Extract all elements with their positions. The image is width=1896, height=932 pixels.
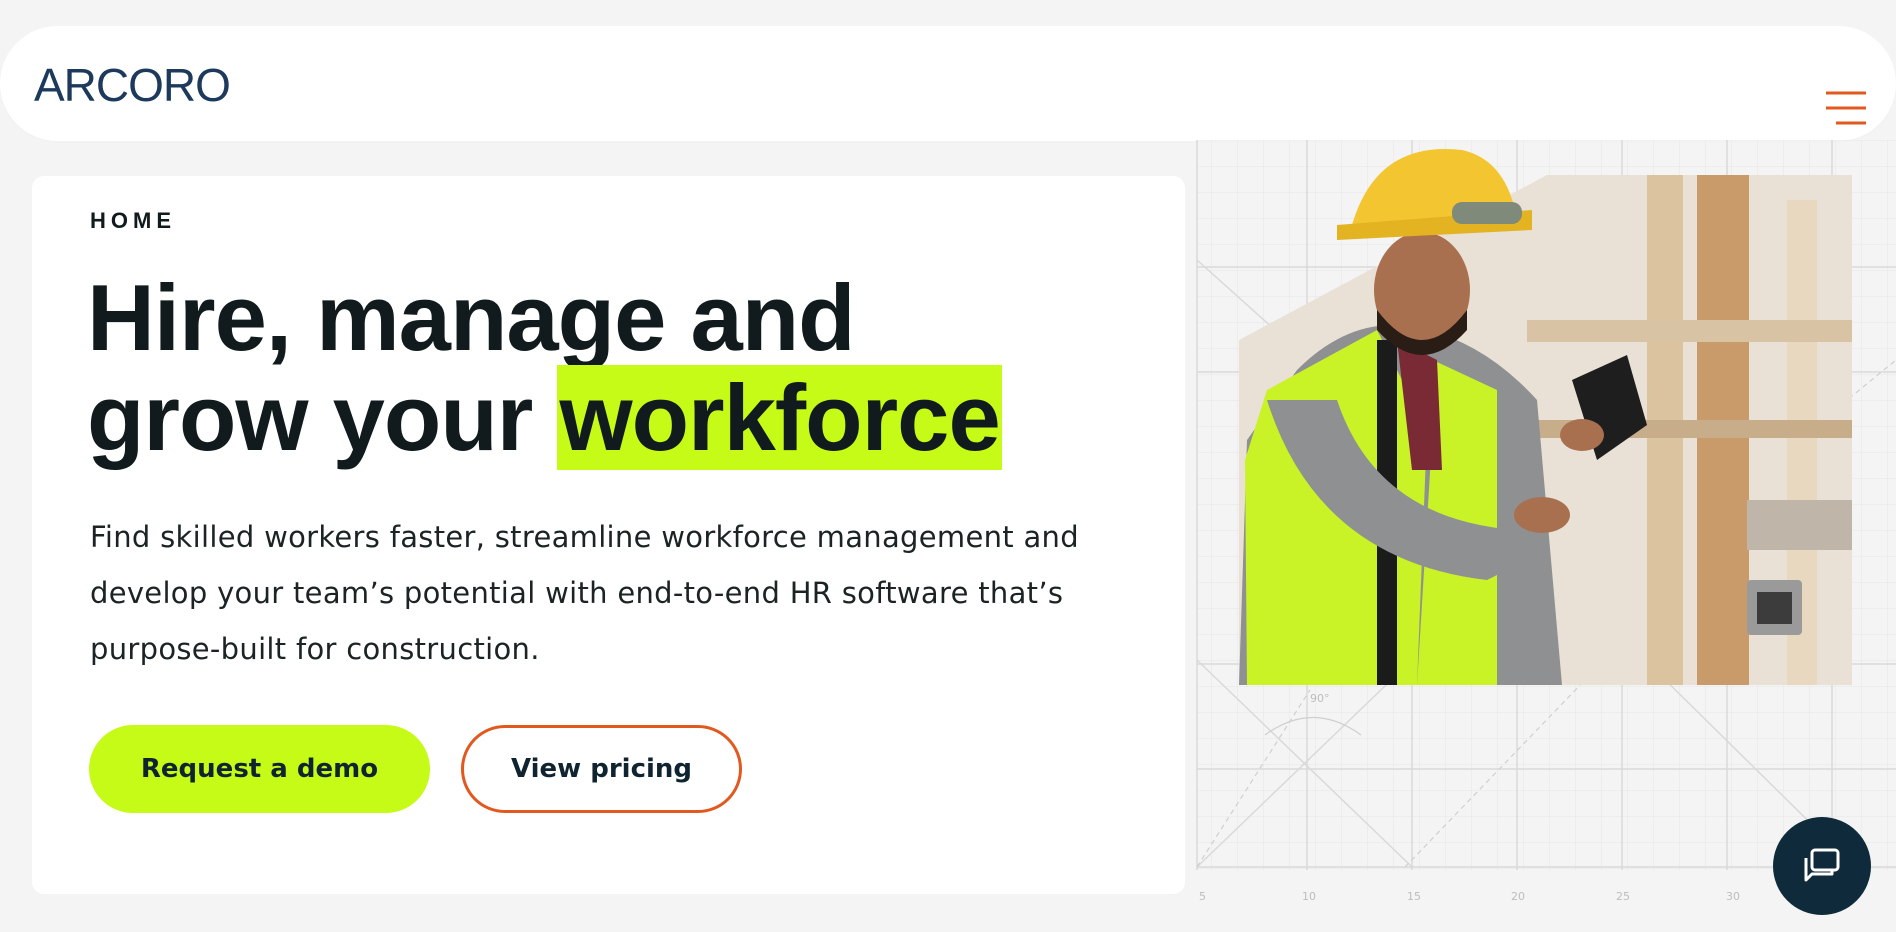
page: ARCORO HOME Hire, manage and grow your w…: [0, 0, 1896, 932]
view-pricing-button[interactable]: View pricing: [461, 725, 742, 813]
hero-card: HOME Hire, manage and grow your workforc…: [32, 176, 1185, 894]
ruler-label: 15: [1407, 890, 1421, 903]
headline-highlight: workforce: [557, 365, 1002, 470]
request-demo-button[interactable]: Request a demo: [89, 725, 430, 813]
breadcrumb-home[interactable]: HOME: [90, 208, 176, 234]
hero-photo: [1239, 148, 1852, 685]
hero-visual: 90° 0 5 10 15 20 25 30: [1185, 140, 1896, 932]
arcoro-logo[interactable]: ARCORO: [34, 59, 231, 111]
ruler-label: 25: [1616, 890, 1630, 903]
ruler-label: 10: [1302, 890, 1316, 903]
page-title: Hire, manage and grow your workforce: [87, 265, 1167, 470]
ruler-label: 20: [1511, 890, 1525, 903]
chat-bubbles-icon[interactable]: [1773, 817, 1871, 915]
angle-label: 90°: [1310, 692, 1330, 705]
hamburger-menu-icon[interactable]: [1822, 89, 1866, 129]
headline-line-1: Hire, manage and: [87, 265, 856, 370]
ruler-label: 30: [1726, 890, 1740, 903]
hero-description: Find skilled workers faster, streamline …: [90, 520, 1079, 666]
site-header: ARCORO: [0, 26, 1896, 141]
ruler-label: 5: [1199, 890, 1206, 903]
logo-text: ARCORO: [34, 59, 231, 111]
headline-line-2: grow your: [87, 365, 558, 470]
